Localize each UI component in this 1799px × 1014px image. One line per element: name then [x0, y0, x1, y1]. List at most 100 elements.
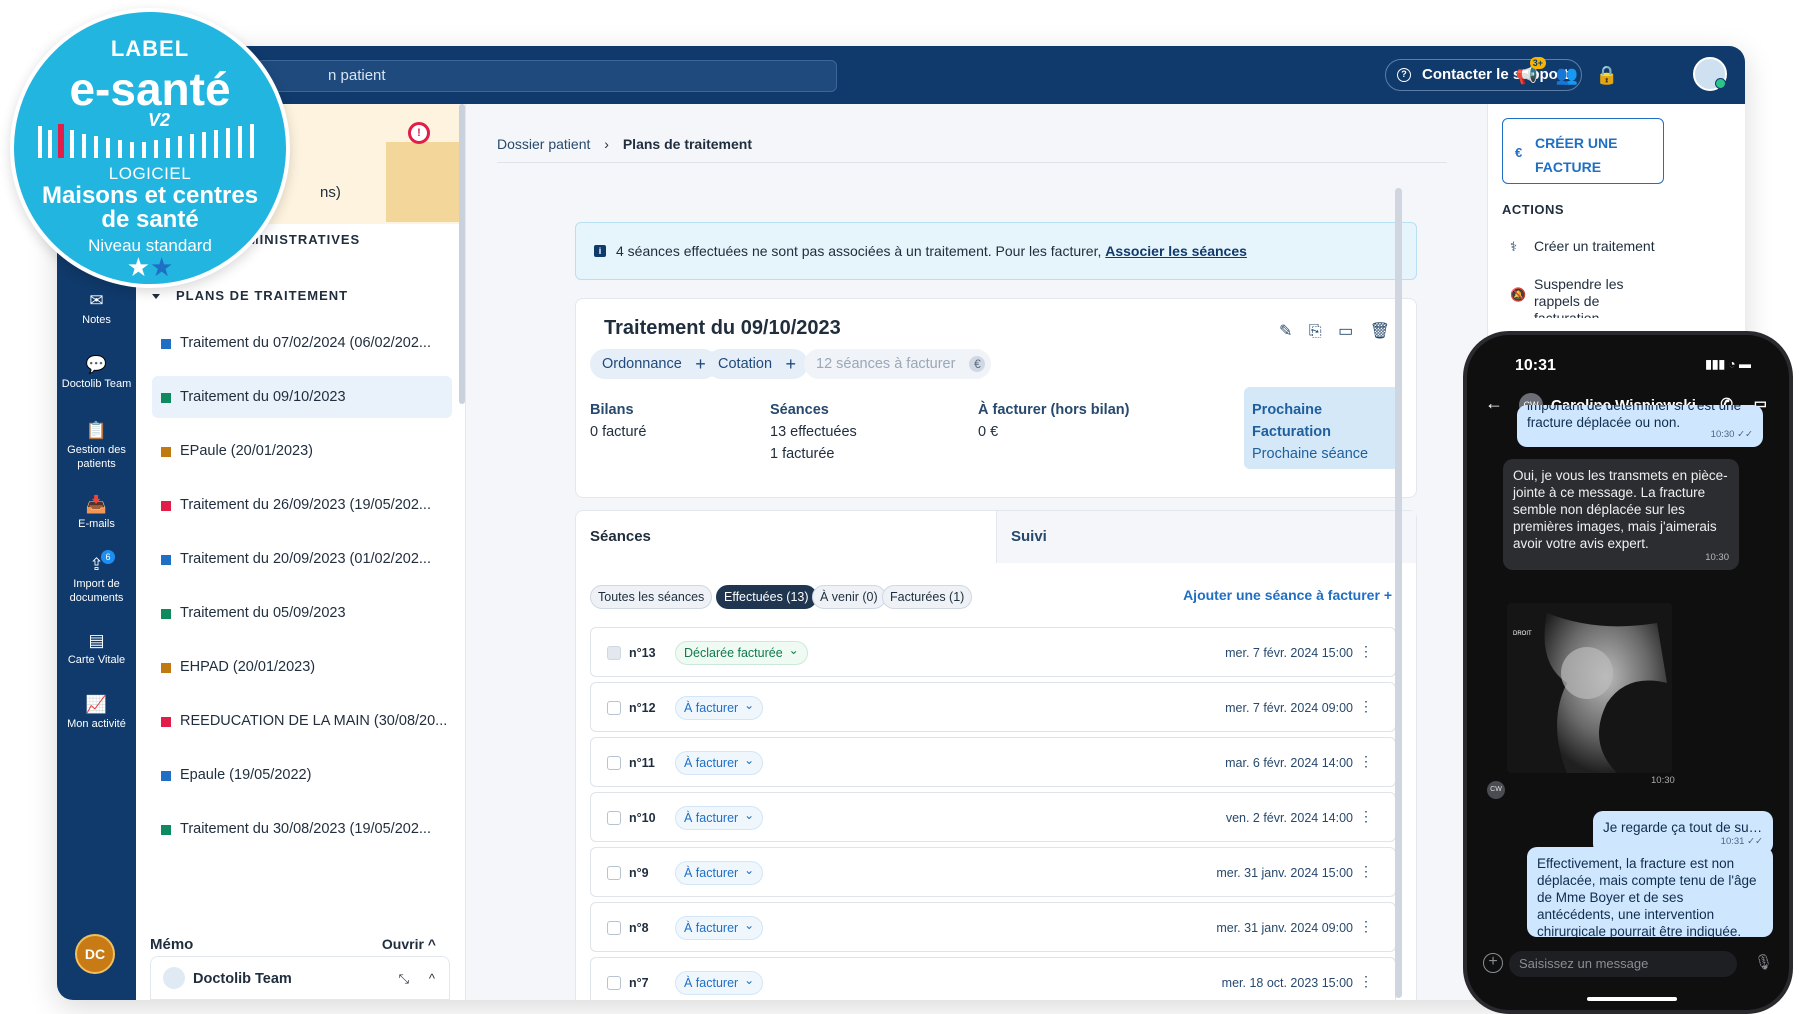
status-dropdown[interactable]: Déclarée facturée: [675, 639, 808, 665]
more-vertical-icon[interactable]: ⋮: [1359, 918, 1373, 935]
create-treatment-action[interactable]: ⚕ Créer un traitement: [1502, 238, 1655, 255]
plan-color-marker: [161, 771, 171, 781]
session-row[interactable]: n°13 Déclarée facturée mer. 7 févr. 2024…: [590, 627, 1396, 677]
xray-image[interactable]: DROIT: [1507, 603, 1672, 773]
memo-bar: Mémo Ouvrir ^: [136, 928, 465, 958]
contact-support-button[interactable]: ? Contacter le support: [1385, 59, 1582, 91]
next-billing-box[interactable]: Prochaine Facturation Prochaine séance: [1244, 387, 1400, 469]
row-checkbox[interactable]: [607, 811, 621, 825]
row-checkbox[interactable]: [607, 976, 621, 990]
lock-icon[interactable]: 🔒: [1595, 63, 1619, 87]
plan-item[interactable]: Traitement du 26/09/2023 (19/05/202...: [152, 484, 452, 526]
chevron-down-icon: [152, 294, 160, 300]
status-dropdown[interactable]: À facturer: [675, 804, 764, 830]
badge-text: LABEL: [110, 36, 190, 61]
nav-document-import[interactable]: ⇪ 6 Import de documents: [57, 550, 136, 605]
more-vertical-icon[interactable]: ⋮: [1359, 808, 1373, 825]
filter-done[interactable]: Effectuées (13): [716, 585, 817, 609]
plan-item[interactable]: Traitement du 20/09/2023 (01/02/202...: [152, 538, 452, 580]
filter-upcoming[interactable]: À venir (0): [812, 585, 886, 609]
breadcrumb-parent[interactable]: Dossier patient: [497, 136, 590, 152]
message-input[interactable]: Saisissez un message: [1509, 951, 1737, 977]
microphone-icon[interactable]: 🎙: [1754, 953, 1773, 971]
create-invoice-button[interactable]: € CRÉER UNE FACTURE: [1502, 118, 1664, 184]
nav-doctolib-team[interactable]: 💬 Doctolib Team: [57, 356, 136, 391]
edit-icon[interactable]: ✎: [1279, 323, 1292, 340]
badge-text: Maisons et centres: [41, 182, 259, 209]
session-row[interactable]: n°10 À facturer ven. 2 févr. 2024 14:00 …: [590, 792, 1396, 842]
row-checkbox[interactable]: [607, 921, 621, 935]
document-icon[interactable]: ⎘: [1309, 323, 1322, 340]
memo-open-button[interactable]: Ouvrir ^: [382, 936, 436, 952]
session-row[interactable]: n°12 À facturer mer. 7 févr. 2024 09:00 …: [590, 682, 1396, 732]
section-treatment-plans[interactable]: PLANS DE TRAITEMENT: [152, 288, 348, 303]
row-checkbox[interactable]: [607, 866, 621, 880]
more-vertical-icon[interactable]: ⋮: [1359, 753, 1373, 770]
row-checkbox[interactable]: [607, 756, 621, 770]
more-vertical-icon[interactable]: ⋮: [1359, 698, 1373, 715]
add-session-button[interactable]: Ajouter une séance à facturer +: [1183, 587, 1392, 603]
nav-emails[interactable]: 📥 E-mails: [57, 496, 136, 531]
tab-suivi[interactable]: Suivi: [996, 511, 1416, 563]
sidebar-scrollbar[interactable]: [459, 104, 465, 404]
session-number: n°7: [629, 976, 649, 990]
plan-item[interactable]: Traitement du 05/09/2023: [152, 592, 452, 634]
archive-icon[interactable]: ▭: [1338, 323, 1353, 340]
cotation-chip[interactable]: Cotation +: [706, 349, 809, 379]
plan-item[interactable]: Traitement du 07/02/2024 (06/02/202...: [152, 322, 452, 364]
signal-battery-icon: ▮▮▮ ◔ ▬: [1705, 357, 1751, 371]
filter-billed[interactable]: Facturées (1): [882, 585, 973, 609]
plan-item[interactable]: EPaule (20/01/2023): [152, 430, 452, 472]
status-dropdown[interactable]: À facturer: [675, 694, 764, 720]
action-label: rappels de: [1534, 293, 1600, 309]
megaphone-icon[interactable]: 📢 3+: [1515, 57, 1546, 87]
ordonnance-chip[interactable]: Ordonnance +: [590, 349, 718, 379]
associate-sessions-link[interactable]: Associer les séances: [1105, 243, 1247, 259]
user-avatar[interactable]: [1693, 57, 1727, 91]
status-dropdown[interactable]: À facturer: [675, 969, 764, 995]
memo-open-label: Ouvrir: [381, 936, 424, 952]
add-attachment-icon[interactable]: +: [1483, 953, 1503, 973]
badge-text: LOGICIEL: [108, 164, 192, 183]
more-vertical-icon[interactable]: ⋮: [1359, 643, 1373, 660]
plan-label: Traitement du 05/09/2023: [180, 605, 346, 621]
plan-item-active[interactable]: Traitement du 09/10/2023: [152, 376, 452, 418]
nav-carte-vitale[interactable]: ▤ Carte Vitale: [57, 632, 136, 667]
session-row[interactable]: n°11 À facturer mar. 6 févr. 2024 14:00 …: [590, 737, 1396, 787]
tab-seances[interactable]: Séances: [576, 511, 996, 563]
status-dropdown[interactable]: À facturer: [675, 859, 764, 885]
actions-heading: ACTIONS: [1502, 202, 1564, 217]
nav-notes[interactable]: ✉ Notes: [57, 292, 136, 327]
session-row[interactable]: n°9 À facturer mer. 31 janv. 2024 15:00 …: [590, 847, 1396, 897]
session-row[interactable]: n°7 À facturer mer. 18 oct. 2023 15:00 ⋮: [590, 957, 1396, 1000]
nav-patient-management[interactable]: 📋 Gestion des patients: [57, 422, 136, 471]
next-billing-value: Prochaine séance: [1252, 446, 1369, 462]
plan-item[interactable]: EHPAD (20/01/2023): [152, 646, 452, 688]
trash-icon[interactable]: 🗑: [1370, 323, 1390, 340]
nav-my-activity[interactable]: 📈 Mon activité: [57, 696, 136, 731]
patient-search-input[interactable]: n patient: [257, 60, 837, 92]
more-vertical-icon[interactable]: ⋮: [1359, 863, 1373, 880]
alert-icon[interactable]: !: [408, 122, 430, 144]
status-dropdown[interactable]: À facturer: [675, 749, 764, 775]
minimize-icon[interactable]: ⤡: [399, 957, 409, 1000]
plan-item[interactable]: Epaule (19/05/2022): [152, 754, 452, 796]
suspend-reminders-action[interactable]: 🔕 Suspendre les rappels de facturation: [1502, 276, 1624, 318]
more-vertical-icon[interactable]: ⋮: [1359, 973, 1373, 990]
filter-all[interactable]: Toutes les séances: [590, 585, 713, 609]
plan-item[interactable]: REEDUCATION DE LA MAIN (30/08/20...: [152, 700, 452, 742]
plan-item[interactable]: Traitement du 30/08/2023 (19/05/202...: [152, 808, 452, 850]
nav-label: E-mails: [78, 518, 115, 530]
patient-photo: [386, 142, 465, 222]
team-icon[interactable]: 👥: [1555, 63, 1579, 87]
team-chat-bar[interactable]: Doctolib Team ⤡ ^: [150, 956, 450, 1000]
main-scrollbar[interactable]: [1395, 188, 1402, 998]
user-initials-avatar[interactable]: DC: [75, 934, 115, 974]
row-checkbox[interactable]: [607, 646, 621, 660]
session-row[interactable]: n°8 À facturer mer. 31 janv. 2024 09:00 …: [590, 902, 1396, 952]
status-dropdown[interactable]: À facturer: [675, 914, 764, 940]
sessions-to-bill-chip[interactable]: 12 séances à facturer €: [804, 349, 992, 379]
chevron-up-icon[interactable]: ^: [429, 957, 435, 1000]
row-checkbox[interactable]: [607, 701, 621, 715]
back-arrow-icon[interactable]: ←: [1485, 393, 1503, 414]
